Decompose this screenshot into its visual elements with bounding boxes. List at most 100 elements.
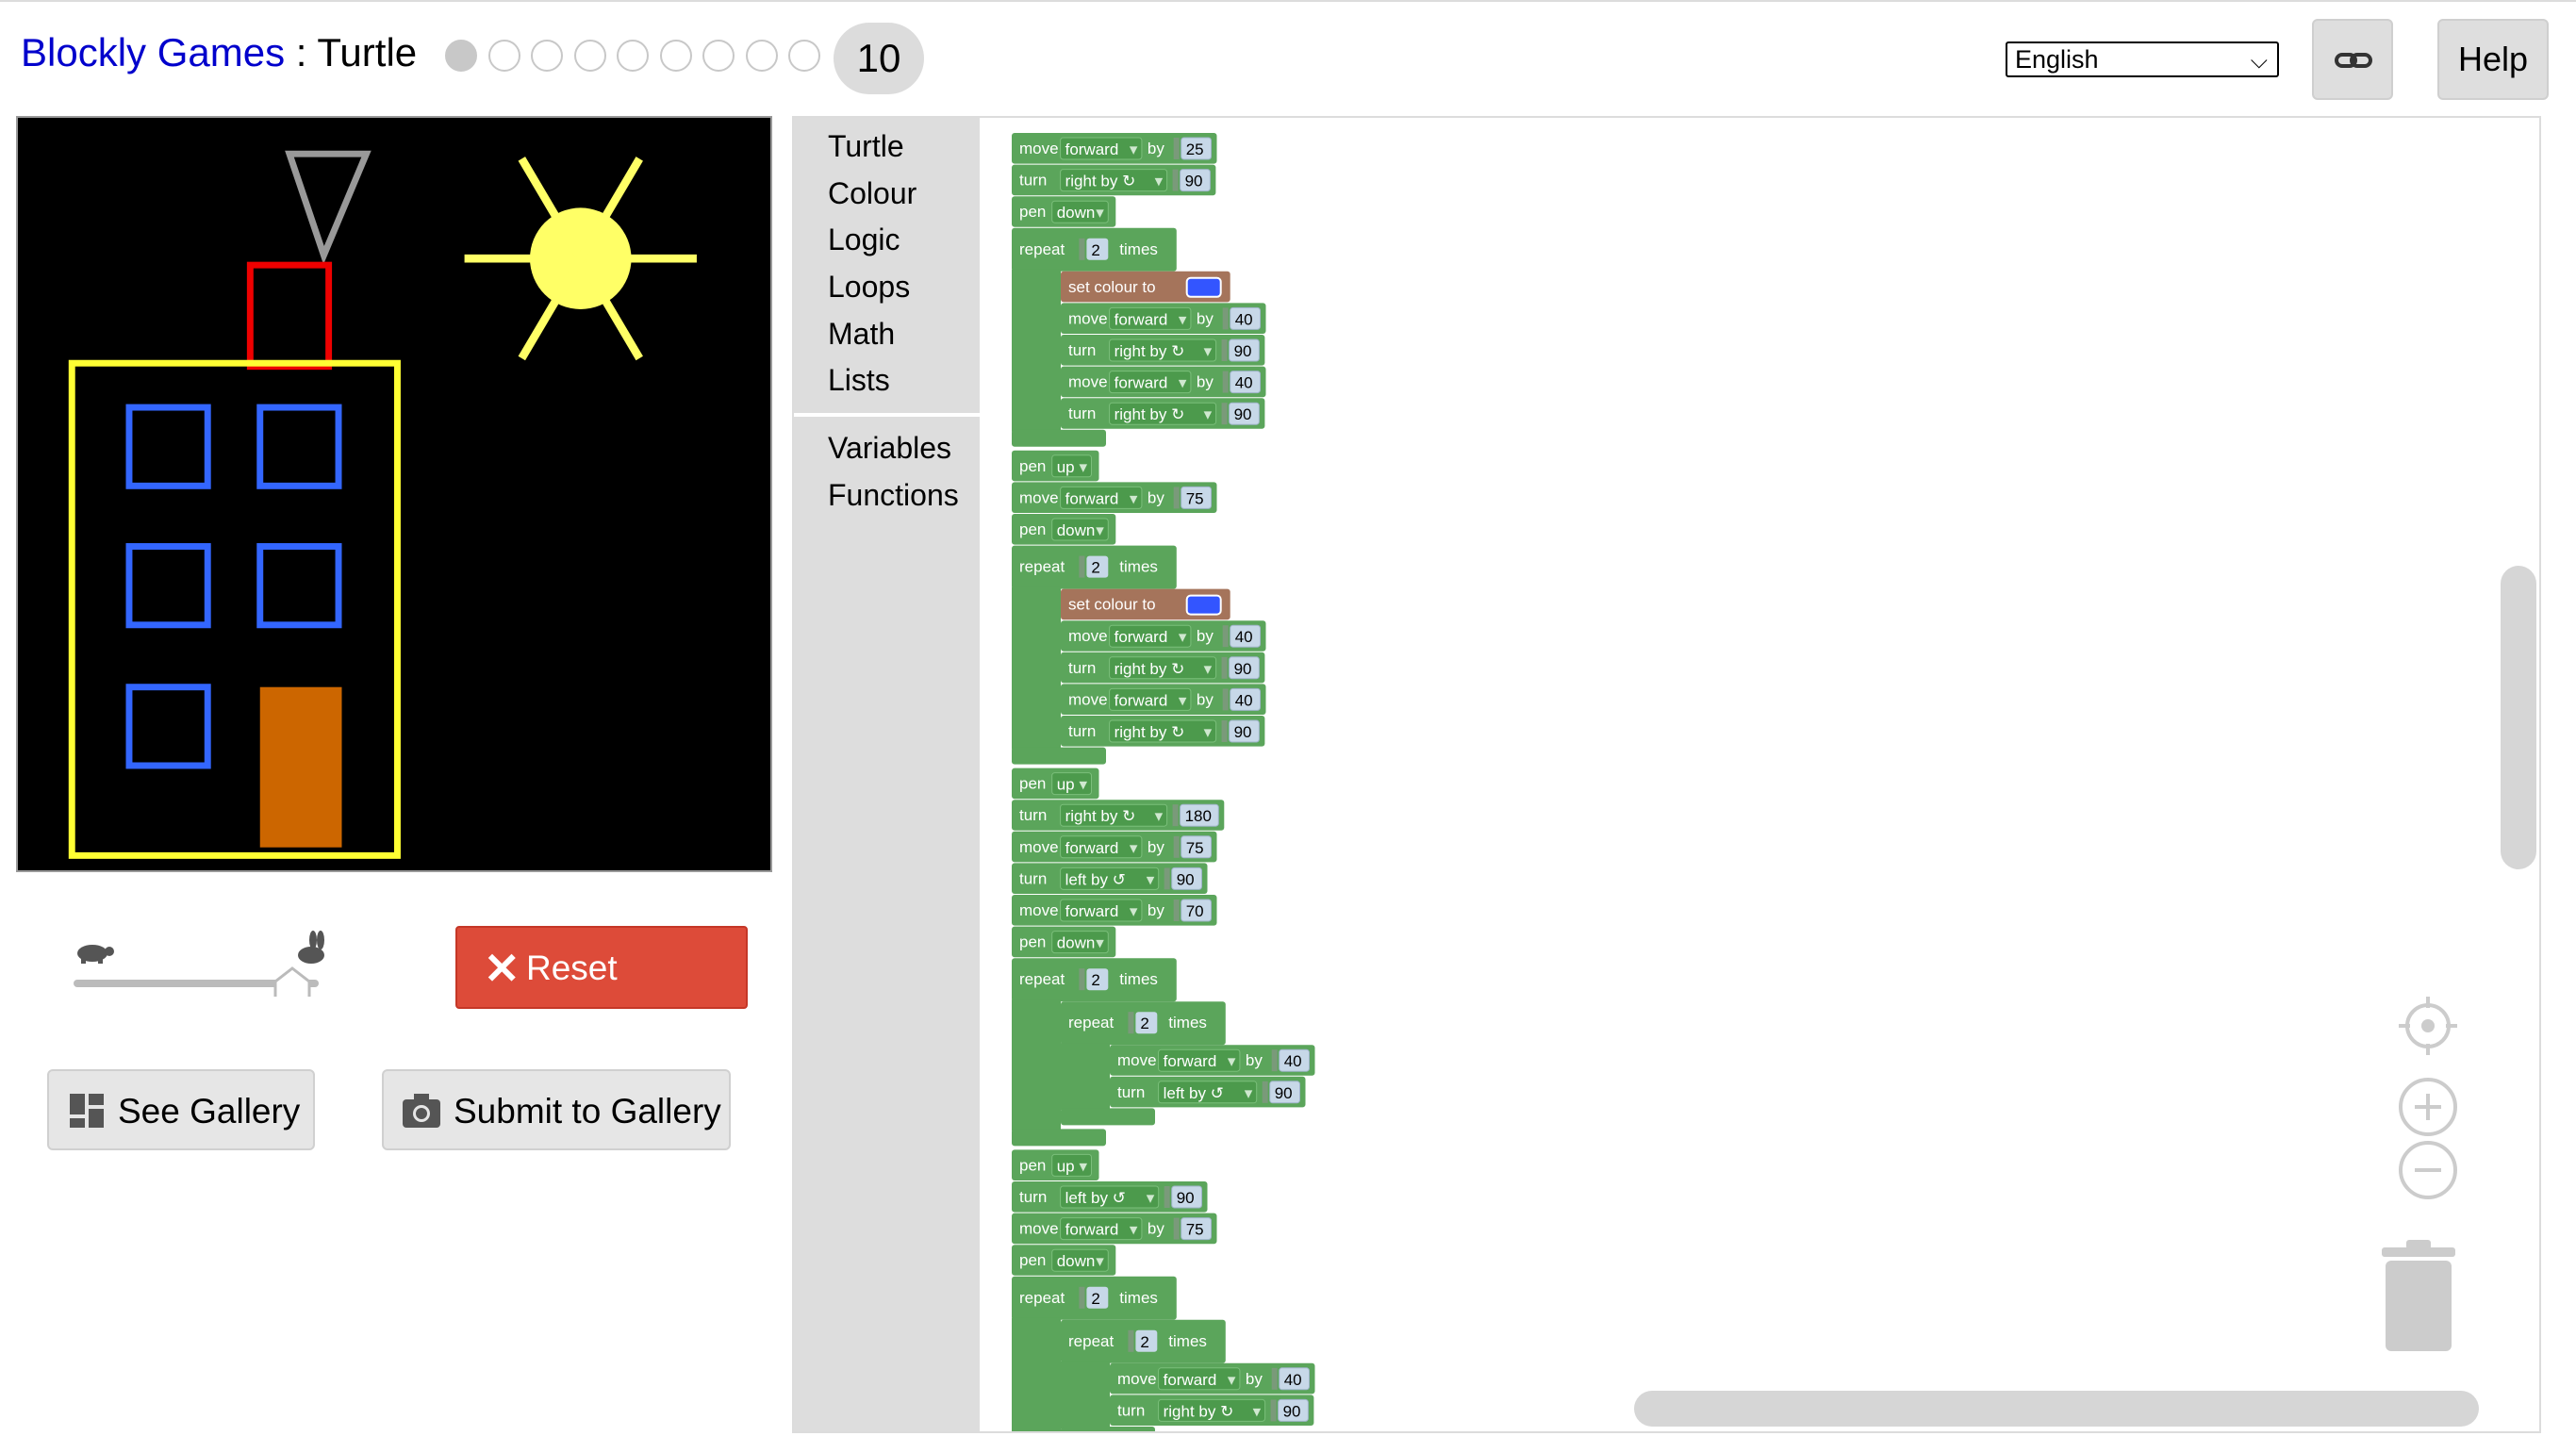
link-button[interactable] (2312, 19, 2393, 100)
move-label: move (1068, 373, 1108, 391)
by-label: by (1197, 627, 1214, 645)
by-label: by (1197, 309, 1214, 327)
level-dot[interactable] (445, 40, 477, 72)
direction-dropdown-text: right by ↻ (1115, 723, 1185, 741)
value-field-text: 70 (1186, 902, 1204, 920)
times-label: times (1119, 970, 1158, 988)
move-label: move (1068, 309, 1108, 327)
blockly-games-link[interactable]: Blockly Games (21, 30, 285, 74)
direction-dropdown-text: forward (1164, 1371, 1217, 1389)
input-socket (1172, 804, 1179, 827)
direction-dropdown-text: right by ↻ (1164, 1402, 1234, 1420)
value-field-text: 90 (1234, 405, 1252, 423)
zoom-out-icon[interactable] (2397, 1139, 2459, 1201)
direction-dropdown-text: forward (1115, 374, 1168, 392)
level-dot[interactable] (531, 40, 563, 72)
direction-dropdown-text: left by ↺ (1065, 1189, 1126, 1207)
level-dot[interactable] (573, 40, 606, 72)
dropdown-arrow-icon: ▾ (1155, 807, 1164, 825)
dropdown-arrow-icon: ▾ (1155, 173, 1164, 190)
dropdown-arrow-icon: ▾ (1130, 839, 1138, 857)
move-label: move (1117, 1370, 1157, 1388)
by-label: by (1197, 690, 1214, 708)
submit-gallery-button[interactable]: Submit to Gallery (382, 1069, 731, 1150)
dropdown-arrow-icon: ▾ (1096, 521, 1104, 539)
language-select[interactable]: English ⌵ (2006, 41, 2279, 77)
window (125, 404, 211, 489)
times-label: times (1119, 240, 1158, 258)
value-field-text: 90 (1177, 870, 1195, 888)
repeat-c-arm (1061, 1043, 1110, 1111)
pen-state-dropdown-text: up (1057, 776, 1075, 794)
turtle-icon (285, 150, 372, 265)
chevron-down-icon: ⌵ (2250, 48, 2268, 74)
block-canvas[interactable]: move forward ▾ by 25turn right by ↻ ▾ 90pen down… (794, 118, 2541, 1433)
zoom-in-icon[interactable] (2397, 1076, 2459, 1138)
repeat-c-arm (1012, 999, 1061, 1131)
speed-slider[interactable] (66, 931, 339, 1000)
move-label: move (1068, 627, 1108, 645)
level-dot[interactable] (788, 40, 820, 72)
set-colour-label: set colour to (1068, 278, 1156, 296)
turn-label: turn (1068, 659, 1096, 677)
repeat-count-text: 2 (1091, 559, 1099, 577)
turn-label: turn (1068, 404, 1096, 422)
pen-state-dropdown-text: down (1057, 1252, 1096, 1270)
turtle-canvas (16, 116, 772, 872)
recenter-icon[interactable] (2397, 995, 2459, 1057)
pen-label: pen (1019, 520, 1046, 538)
move-label: move (1117, 1051, 1157, 1069)
trash-icon[interactable] (2376, 1240, 2461, 1353)
value-field-text: 40 (1284, 1371, 1302, 1389)
dropdown-arrow-icon: ▾ (1096, 204, 1104, 222)
colour-swatch[interactable] (1185, 594, 1222, 616)
value-field-text: 40 (1235, 374, 1253, 392)
top-bar: Blockly Games : Turtle 10 English ⌵ Help (0, 2, 2576, 115)
value-field-text: 90 (1275, 1084, 1293, 1102)
direction-dropdown-text: forward (1065, 140, 1119, 158)
direction-dropdown-text: forward (1115, 691, 1168, 709)
direction-dropdown-text: left by ↺ (1164, 1084, 1224, 1102)
slider-knob[interactable] (273, 966, 311, 1000)
gallery-icon (70, 1094, 104, 1128)
dropdown-arrow-icon: ▾ (1096, 1252, 1104, 1270)
colour-swatch[interactable] (1185, 276, 1222, 298)
help-button[interactable]: Help (2437, 19, 2549, 100)
blockly-workspace[interactable]: Turtle Colour Logic Loops Math Lists Var… (792, 116, 2541, 1433)
input-socket (1173, 487, 1180, 509)
level-dot[interactable] (617, 40, 649, 72)
level-dot[interactable] (702, 40, 735, 72)
dropdown-arrow-icon: ▾ (1130, 1221, 1138, 1239)
value-field-text: 90 (1234, 342, 1252, 360)
window (256, 543, 342, 629)
dropdown-arrow-icon: ▾ (1204, 342, 1213, 360)
horizontal-scrollbar[interactable] (1634, 1391, 2479, 1427)
dropdown-arrow-icon: ▾ (1179, 628, 1187, 646)
move-label: move (1068, 690, 1108, 708)
title-separator: : (285, 30, 318, 74)
direction-dropdown-text: right by ↻ (1065, 173, 1136, 190)
repeat-c-foot (1012, 1129, 1106, 1147)
turn-label: turn (1068, 722, 1096, 740)
see-gallery-button[interactable]: See Gallery (47, 1069, 315, 1150)
reset-button[interactable]: ✕ Reset (455, 926, 748, 1009)
times-label: times (1119, 558, 1158, 576)
turn-label: turn (1117, 1083, 1145, 1101)
times-label: times (1168, 1014, 1207, 1032)
input-socket (1173, 1217, 1180, 1240)
level-dot[interactable] (487, 40, 520, 72)
by-label: by (1246, 1051, 1263, 1069)
dropdown-arrow-icon: ▾ (1130, 140, 1138, 158)
level-dot[interactable] (659, 40, 692, 72)
pen-label: pen (1019, 1251, 1046, 1269)
dropdown-arrow-icon: ▾ (1080, 1157, 1088, 1175)
move-label: move (1019, 488, 1059, 506)
input-socket (1173, 900, 1180, 921)
game-name: Turtle (317, 30, 418, 74)
vertical-scrollbar[interactable] (2501, 566, 2536, 869)
value-field-text: 75 (1186, 1221, 1204, 1239)
repeat-c-arm (1061, 1361, 1110, 1428)
level-dot[interactable] (745, 40, 778, 72)
input-socket (1271, 1049, 1278, 1072)
dropdown-arrow-icon: ▾ (1204, 660, 1213, 678)
